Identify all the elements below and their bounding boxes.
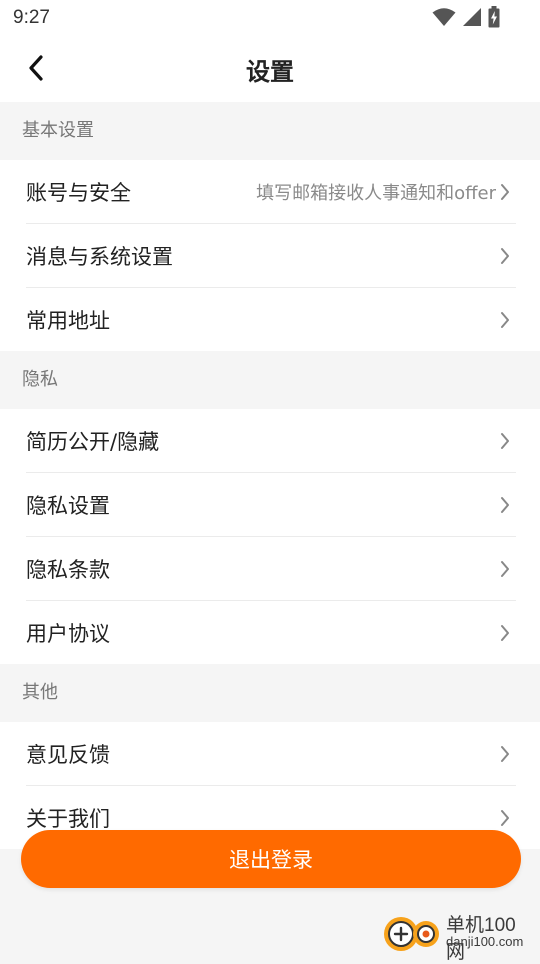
setting-account-security[interactable]: 账号与安全 填写邮箱接收人事通知和offer bbox=[26, 160, 516, 224]
watermark-url: danji100.com bbox=[446, 934, 524, 949]
setting-privacy-policy[interactable]: 隐私条款 bbox=[26, 537, 516, 601]
section-basic: 账号与安全 填写邮箱接收人事通知和offer 消息与系统设置 常用地址 bbox=[0, 160, 540, 351]
chevron-right-icon bbox=[501, 183, 509, 200]
row-label: 关于我们 bbox=[26, 806, 110, 831]
setting-common-address[interactable]: 常用地址 bbox=[26, 288, 516, 351]
chevron-right-icon bbox=[501, 247, 509, 264]
chevron-right-icon bbox=[501, 311, 509, 328]
logout-button[interactable]: 退出登录 bbox=[21, 830, 521, 888]
setting-user-agreement[interactable]: 用户协议 bbox=[26, 601, 516, 664]
setting-feedback[interactable]: 意见反馈 bbox=[26, 722, 516, 786]
wifi-icon bbox=[432, 8, 456, 26]
status-time: 9:27 bbox=[13, 7, 50, 28]
signal-icon bbox=[463, 8, 481, 26]
status-bar: 9:27 bbox=[0, 0, 540, 36]
row-label: 意见反馈 bbox=[26, 742, 110, 767]
setting-message-system[interactable]: 消息与系统设置 bbox=[26, 224, 516, 288]
chevron-right-icon bbox=[501, 432, 509, 449]
section-header-basic: 基本设置 bbox=[0, 102, 540, 160]
setting-privacy-settings[interactable]: 隐私设置 bbox=[26, 473, 516, 537]
page-title: 设置 bbox=[246, 58, 294, 86]
section-header-privacy: 隐私 bbox=[0, 351, 540, 409]
chevron-right-icon bbox=[501, 809, 509, 826]
section-header-other: 其他 bbox=[0, 664, 540, 722]
chevron-right-icon bbox=[501, 560, 509, 577]
row-label: 账号与安全 bbox=[26, 180, 131, 205]
row-label: 隐私设置 bbox=[26, 493, 110, 518]
watermark-icon bbox=[384, 917, 439, 951]
row-label: 隐私条款 bbox=[26, 557, 110, 582]
chevron-right-icon bbox=[501, 624, 509, 641]
chevron-right-icon bbox=[501, 745, 509, 762]
watermark-logo: 单机100网 danji100.com bbox=[382, 908, 532, 963]
battery-charging-icon bbox=[488, 6, 500, 28]
status-icons bbox=[432, 6, 500, 28]
setting-resume-visibility[interactable]: 简历公开/隐藏 bbox=[26, 409, 516, 473]
row-label: 简历公开/隐藏 bbox=[26, 429, 160, 454]
section-privacy: 简历公开/隐藏 隐私设置 隐私条款 用户协议 bbox=[0, 409, 540, 664]
chevron-right-icon bbox=[501, 496, 509, 513]
row-hint: 填写邮箱接收人事通知和offer bbox=[256, 182, 496, 204]
header: 设置 bbox=[0, 36, 540, 102]
row-label: 用户协议 bbox=[26, 621, 110, 646]
row-label: 消息与系统设置 bbox=[26, 244, 173, 269]
row-label: 常用地址 bbox=[26, 308, 110, 333]
settings-list: 基本设置 账号与安全 填写邮箱接收人事通知和offer 消息与系统设置 常用地址… bbox=[0, 102, 540, 849]
